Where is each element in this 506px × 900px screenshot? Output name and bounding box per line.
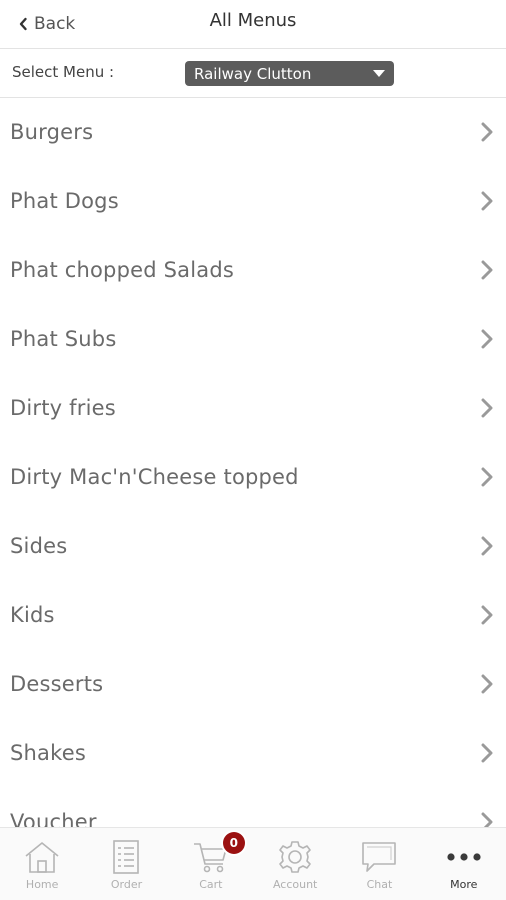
tab-account-label: Account xyxy=(272,878,318,891)
tab-cart[interactable]: 0 Cart xyxy=(169,828,253,900)
menu-category-item[interactable]: Phat Dogs xyxy=(0,167,506,236)
bottom-tab-bar: Home Order 0 Cart Account Chat More xyxy=(0,827,506,900)
menu-category-item[interactable]: Voucher xyxy=(0,788,506,828)
chevron-right-icon xyxy=(481,674,493,694)
selected-menu-value: Railway Clutton xyxy=(194,64,312,83)
chat-bubble-icon xyxy=(362,842,397,872)
tab-order-label: Order xyxy=(110,878,143,891)
select-menu-label: Select Menu : xyxy=(12,63,115,81)
tab-home-label: Home xyxy=(25,878,59,891)
chevron-right-icon xyxy=(481,536,493,556)
select-menu-row: Select Menu : Railway Clutton xyxy=(0,49,506,98)
page-title: All Menus xyxy=(209,10,297,31)
chevron-right-icon xyxy=(481,743,493,763)
chevron-right-icon xyxy=(481,191,493,211)
header-bar: Back All Menus xyxy=(0,0,506,49)
tab-home[interactable]: Home xyxy=(0,828,84,900)
menu-category-label: Phat Dogs xyxy=(10,189,119,213)
menu-category-list: Burgers Phat Dogs Phat chopped Salads Phat … xyxy=(0,98,506,828)
menu-category-label: Phat Subs xyxy=(10,327,117,351)
menu-category-label: Sides xyxy=(10,534,68,558)
order-list-icon xyxy=(113,840,140,874)
menu-category-label: Shakes xyxy=(10,741,86,765)
chevron-right-icon xyxy=(481,329,493,349)
menu-category-label: Desserts xyxy=(10,672,104,696)
chevron-right-icon xyxy=(481,122,493,142)
more-dots-icon xyxy=(447,853,481,861)
menu-category-label: Dirty fries xyxy=(10,396,116,420)
tab-cart-label: Cart xyxy=(199,878,223,891)
caret-down-icon xyxy=(373,70,385,77)
menu-category-label: Phat chopped Salads xyxy=(10,258,235,282)
gear-icon xyxy=(279,841,311,873)
menu-category-item[interactable]: Phat Subs xyxy=(0,305,506,374)
tab-chat[interactable]: Chat xyxy=(337,828,421,900)
menu-category-label: Kids xyxy=(10,603,55,627)
menu-category-item[interactable]: Dirty Mac'n'Cheese topped xyxy=(0,443,506,512)
menu-category-item[interactable]: Dirty fries xyxy=(0,374,506,443)
chevron-right-icon xyxy=(481,605,493,625)
home-icon xyxy=(25,842,59,873)
menu-category-item[interactable]: Shakes xyxy=(0,719,506,788)
chevron-right-icon xyxy=(481,398,493,418)
tab-account[interactable]: Account xyxy=(253,828,337,900)
chevron-right-icon xyxy=(481,260,493,280)
chevron-right-icon xyxy=(481,467,493,487)
menu-category-item[interactable]: Kids xyxy=(0,581,506,650)
menu-category-label: Dirty Mac'n'Cheese topped xyxy=(10,465,299,489)
menu-category-label: Voucher xyxy=(10,810,97,828)
tab-chat-label: Chat xyxy=(366,878,393,891)
menu-category-item[interactable]: Sides xyxy=(0,512,506,581)
menu-category-item[interactable]: Desserts xyxy=(0,650,506,719)
tab-order[interactable]: Order xyxy=(84,828,168,900)
chevron-right-icon xyxy=(481,812,493,828)
app-screen: Back All Menus Select Menu : Railway Clu… xyxy=(0,0,506,900)
menu-select-dropdown[interactable]: Railway Clutton xyxy=(185,61,394,86)
menu-category-item[interactable]: Phat chopped Salads xyxy=(0,236,506,305)
menu-category-item[interactable]: Burgers xyxy=(0,98,506,167)
menu-category-label: Burgers xyxy=(10,120,94,144)
tab-more-label: More xyxy=(450,878,478,891)
cart-count-badge: 0 xyxy=(222,832,245,854)
tab-more[interactable]: More xyxy=(422,828,506,900)
